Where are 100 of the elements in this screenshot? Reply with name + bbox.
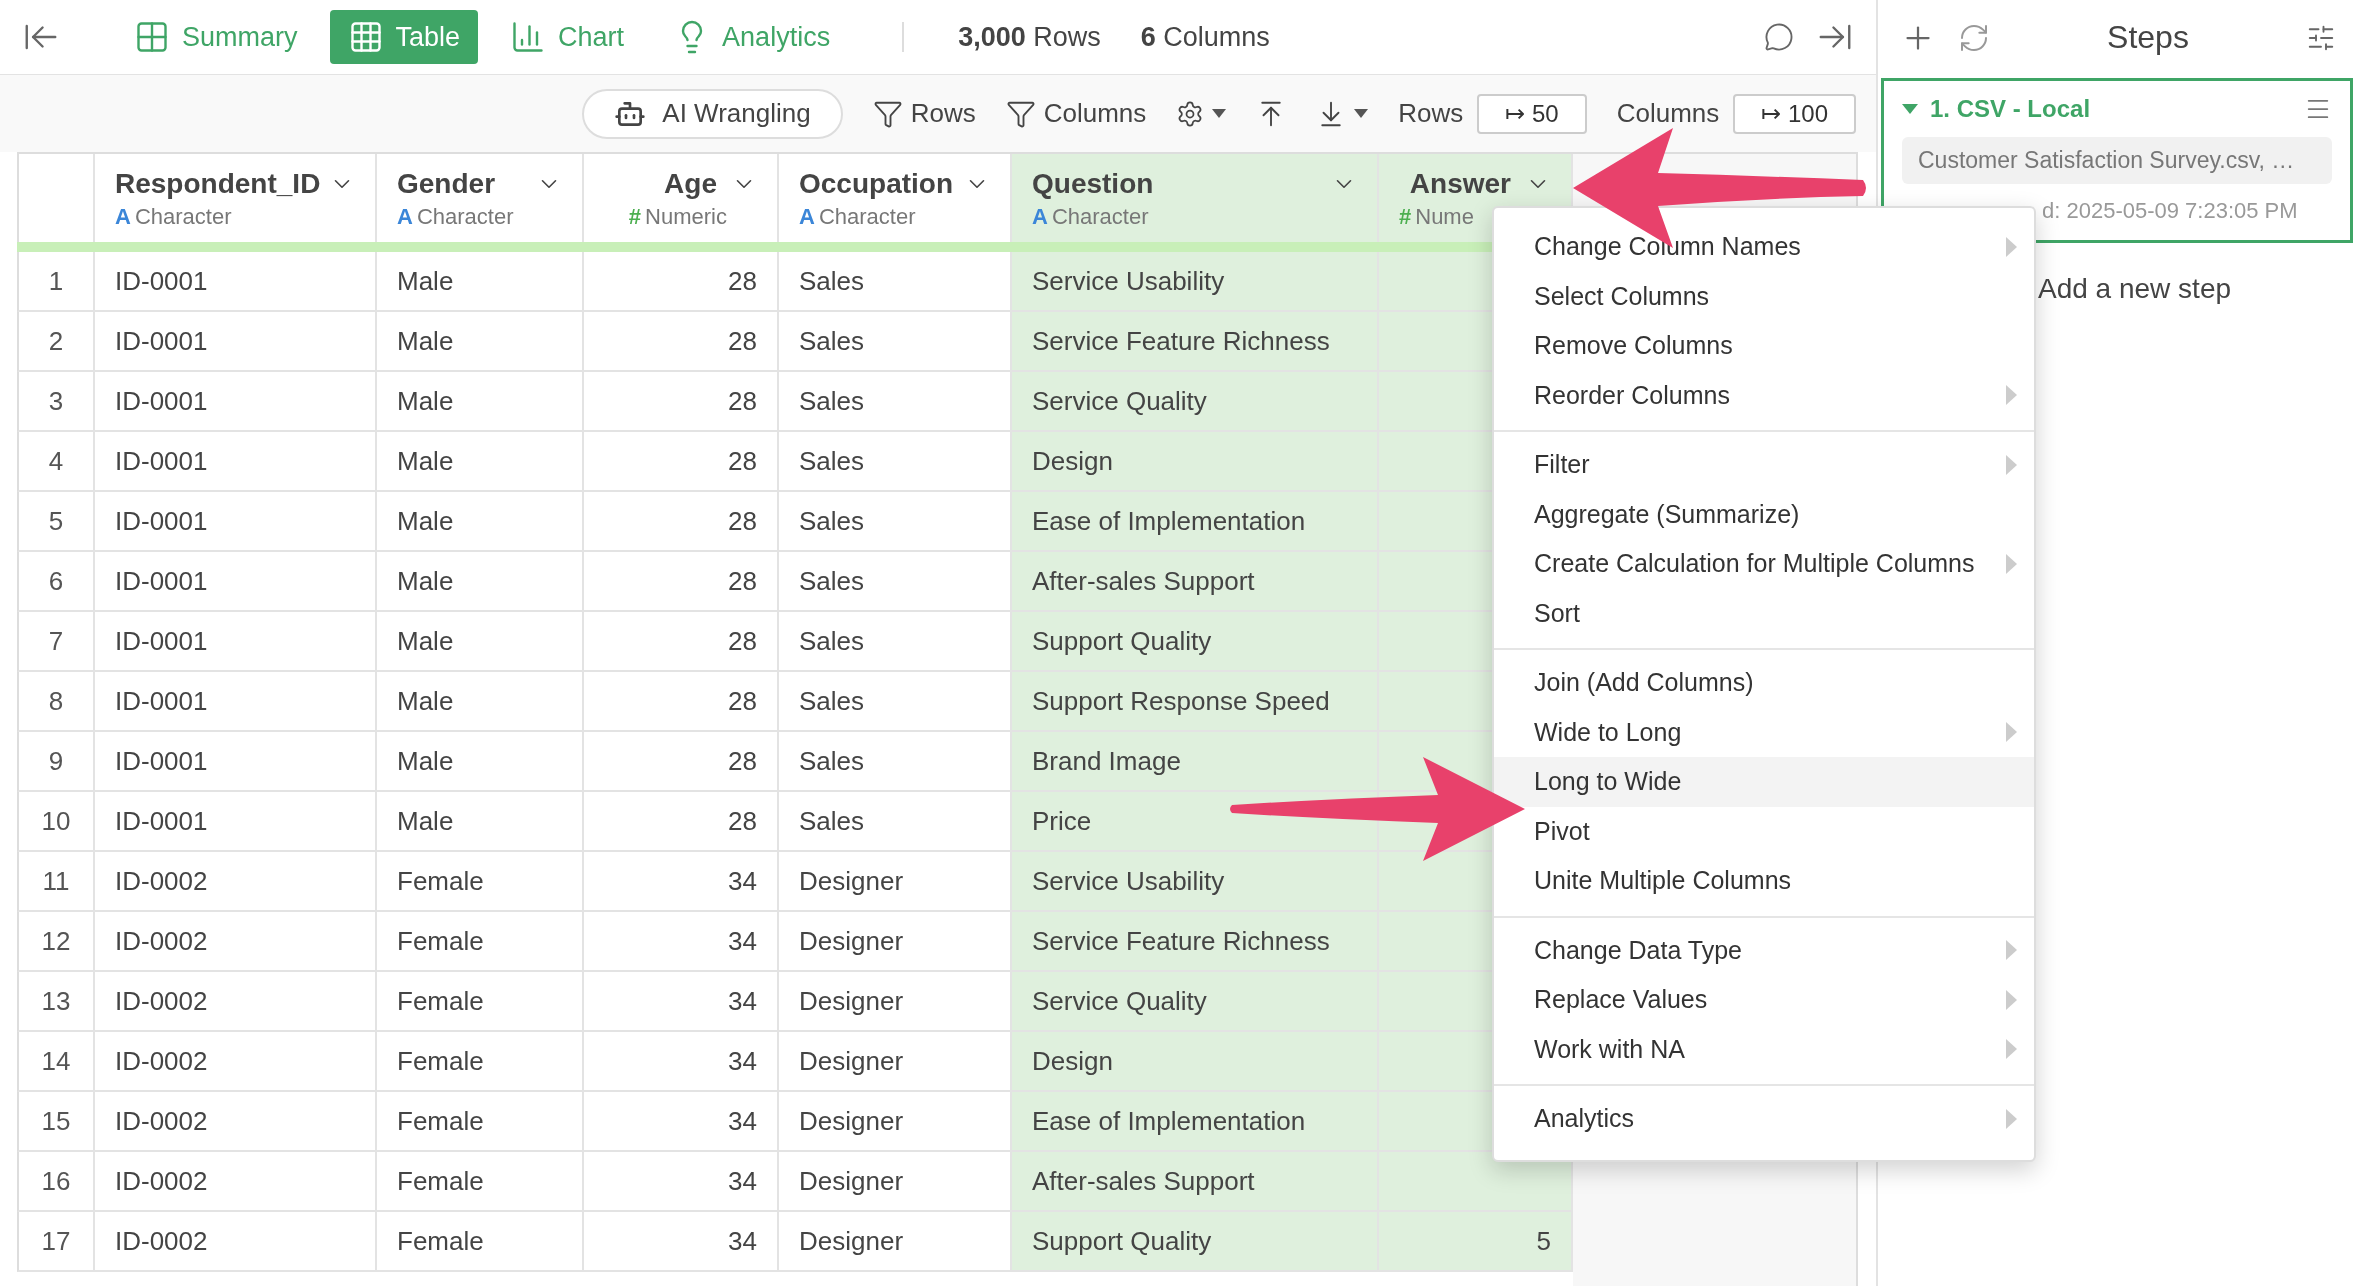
submenu-icon <box>2006 722 2018 743</box>
menu-item[interactable]: Create Calculation for Multiple Columns <box>1494 539 2034 589</box>
table-cell: Service Quality <box>1012 972 1379 1032</box>
row-number: 15 <box>17 1092 95 1152</box>
expand-caret-icon[interactable] <box>1902 103 1918 115</box>
row-number: 11 <box>17 852 95 912</box>
submenu-icon <box>2006 989 2018 1010</box>
table-cell: Support Quality <box>1012 1212 1379 1272</box>
table-cell: Sales <box>779 372 1012 432</box>
menu-item[interactable]: Work with NA <box>1494 1024 2034 1074</box>
grid-icon <box>134 19 170 55</box>
table-cell: After-sales Support <box>1012 1152 1379 1212</box>
table-cell: Female <box>377 1032 584 1092</box>
table-cell: ID-0002 <box>95 912 377 972</box>
table-cell: Designer <box>779 1032 1012 1092</box>
ai-wrangling-button[interactable]: AI Wrangling <box>582 88 843 139</box>
menu-item[interactable]: Unite Multiple Columns <box>1494 856 2034 906</box>
add-step-button[interactable]: Add a new step <box>2038 273 2232 305</box>
table-cell: Male <box>377 252 584 312</box>
menu-item[interactable]: Replace Values <box>1494 975 2034 1025</box>
table-cell: Brand Image <box>1012 732 1379 792</box>
table-cell: Ease of Implementation <box>1012 1092 1379 1152</box>
table-cell: Female <box>377 852 584 912</box>
menu-item[interactable]: Aggregate (Summarize) <box>1494 489 2034 539</box>
step-timestamp: d: 2025-05-09 7:23:05 PM <box>2041 198 2299 224</box>
column-name: Occupation <box>799 168 953 200</box>
table-cell: Sales <box>779 552 1012 612</box>
table-cell: 5 <box>1379 1212 1573 1272</box>
count-label: 6 Columns <box>1140 21 1270 52</box>
row-number: 12 <box>17 912 95 972</box>
table-cell: Sales <box>779 672 1012 732</box>
table-cell: Female <box>377 1092 584 1152</box>
table-cell: Sales <box>779 432 1012 492</box>
row-number: 6 <box>17 552 95 612</box>
menu-item[interactable]: Analytics <box>1494 1094 2034 1144</box>
settings-button[interactable] <box>1176 99 1227 128</box>
step-card[interactable]: 1. CSV - Local Customer Satisfaction Survey.csv, … d: 2025-05-09 7:23:05 PM <box>1881 78 2353 243</box>
table-cell: ID-0001 <box>95 612 377 672</box>
table-cell: 34 <box>584 1152 779 1212</box>
submenu-icon <box>2006 553 2018 574</box>
table-cell: Male <box>377 312 584 372</box>
row-number: 3 <box>17 372 95 432</box>
column-name: Gender <box>397 168 496 200</box>
table-cell: 34 <box>584 1032 779 1092</box>
row-number: 9 <box>17 732 95 792</box>
type-icon: # <box>1399 204 1412 230</box>
menu-item[interactable]: Reorder Columns <box>1494 370 2034 420</box>
steps-title: Steps <box>2106 19 2190 56</box>
caret-icon <box>1354 108 1369 119</box>
menu-item[interactable]: Long to Wide <box>1494 757 2034 807</box>
table-cell: Service Feature Richness <box>1012 312 1379 372</box>
table-cell: ID-0001 <box>95 552 377 612</box>
table-cell: 28 <box>584 432 779 492</box>
rows-filter-button[interactable]: Rows <box>872 98 976 129</box>
table-cell: Service Usability <box>1012 252 1379 312</box>
column-name: Respondent_ID <box>115 168 321 200</box>
menu-item[interactable]: Join (Add Columns) <box>1494 658 2034 708</box>
table-cell: Male <box>377 492 584 552</box>
menu-item[interactable]: Filter <box>1494 440 2034 490</box>
table-cell: Sales <box>779 612 1012 672</box>
menu-item[interactable]: Wide to Long <box>1494 707 2034 757</box>
table-cell: Service Feature Richness <box>1012 912 1379 972</box>
type-icon: A <box>115 204 131 230</box>
menu-item[interactable]: Select Columns <box>1494 271 2034 321</box>
table-cell: Sales <box>779 732 1012 792</box>
table-cell: Male <box>377 552 584 612</box>
table-cell: Male <box>377 792 584 852</box>
row-number: 14 <box>17 1032 95 1092</box>
columns-filter-button[interactable]: Columns <box>1005 98 1147 129</box>
menu-item[interactable]: Sort <box>1494 588 2034 638</box>
table-cell: 34 <box>584 852 779 912</box>
row-number: 2 <box>17 312 95 372</box>
table-cell: ID-0001 <box>95 492 377 552</box>
submenu-icon <box>2006 940 2018 961</box>
table-cell: Female <box>377 1152 584 1212</box>
table-cell: Designer <box>779 1152 1012 1212</box>
table-cell: Design <box>1012 432 1379 492</box>
table-cell: Female <box>377 912 584 972</box>
row-number: 4 <box>17 432 95 492</box>
menu-item[interactable]: Remove Columns <box>1494 321 2034 371</box>
step-title: 1. CSV - Local <box>1930 95 2092 123</box>
table-cell: 28 <box>584 312 779 372</box>
table-cell: 28 <box>584 252 779 312</box>
table-cell: Support Response Speed <box>1012 672 1379 732</box>
table-cell: After-sales Support <box>1012 552 1379 612</box>
type-label: Character <box>818 204 916 230</box>
table-cell: 28 <box>584 612 779 672</box>
table-cell: Sales <box>779 312 1012 372</box>
count-label: 3,000 Rows <box>958 21 1101 52</box>
table-cell: Male <box>377 672 584 732</box>
columns-limit-field[interactable]: ↦ 100 <box>1733 93 1856 134</box>
table-cell: Sales <box>779 252 1012 312</box>
type-icon: A <box>799 204 815 230</box>
menu-item[interactable]: Pivot <box>1494 806 2034 856</box>
rows-limit-field[interactable]: ↦ 50 <box>1477 93 1587 134</box>
type-label: Character <box>134 204 232 230</box>
table-cell: ID-0001 <box>95 252 377 312</box>
column-header[interactable]: Question A Character <box>1012 154 1379 242</box>
table-cell: Male <box>377 432 584 492</box>
menu-item[interactable]: Change Data Type <box>1494 925 2034 975</box>
